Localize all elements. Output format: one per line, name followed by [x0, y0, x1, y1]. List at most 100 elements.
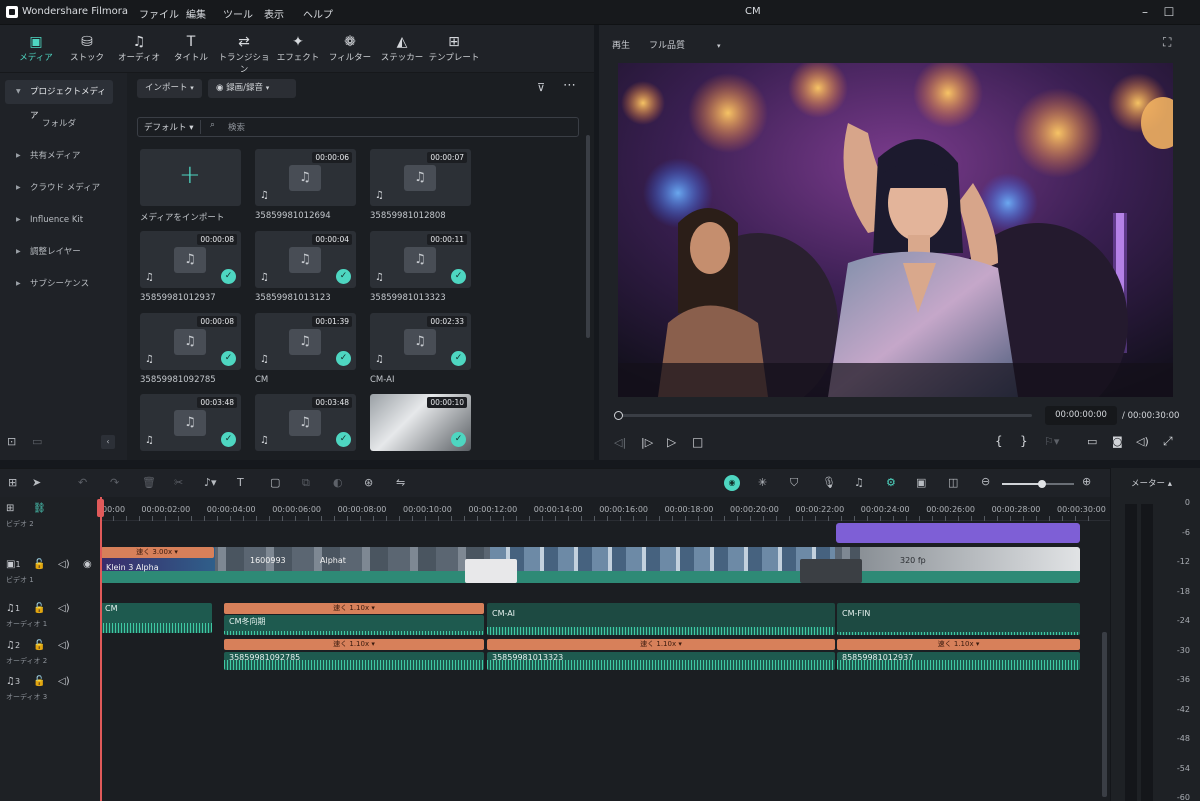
playhead-handle[interactable]: [97, 499, 104, 517]
sidebar-item-subsequence[interactable]: ▶ サブシーケンス: [5, 272, 113, 296]
fit-icon[interactable]: ◫: [948, 476, 958, 489]
preview-mode[interactable]: 再生: [612, 38, 630, 51]
media-scrollbar[interactable]: [586, 135, 590, 338]
import-dropdown[interactable]: インポート ▾: [137, 79, 202, 98]
media-item[interactable]: ♫ ♫ 00:01:39 ✓: [255, 313, 356, 370]
display-icon[interactable]: ▭: [1087, 435, 1097, 448]
media-item[interactable]: ♫ ♫ 00:00:06: [255, 149, 356, 206]
tab-audio[interactable]: ♫ オーディオ: [111, 33, 167, 69]
media-item[interactable]: ♫ ♫ 00:02:33 ✓: [370, 313, 471, 370]
tab-transition[interactable]: ⇄ トランジション: [216, 33, 272, 75]
video2-clip[interactable]: [836, 523, 1080, 543]
play-icon[interactable]: ▷: [667, 435, 676, 449]
tab-title[interactable]: T タイトル: [163, 33, 219, 69]
lock-icon[interactable]: 🔓: [33, 640, 45, 651]
tab-stock[interactable]: ⛁ ストック: [59, 33, 115, 69]
audio-tool-icon[interactable]: ♪▾: [204, 476, 217, 489]
collapse-sidebar-icon[interactable]: ‹: [101, 435, 115, 449]
mask-icon[interactable]: ⧉: [302, 476, 310, 490]
menu-file[interactable]: ファイル: [139, 6, 179, 21]
menu-view[interactable]: 表示: [264, 6, 284, 21]
audio1-clip-cmfin[interactable]: CM-FIN: [837, 603, 1080, 635]
color-icon[interactable]: ◐: [333, 476, 343, 489]
folder-icon[interactable]: ▭: [32, 435, 42, 448]
quality-dropdown[interactable]: フル品質 ▾: [649, 38, 721, 51]
zoom-handle[interactable]: [1038, 480, 1046, 488]
lock-icon[interactable]: 🔓: [33, 676, 45, 687]
sidebar-item-folder[interactable]: フォルダ: [5, 112, 113, 136]
audio2-speed-badge-1[interactable]: 速く 1.10x ▾: [224, 639, 484, 650]
motion-tracking-icon[interactable]: ✳: [758, 476, 767, 489]
text-tool-icon[interactable]: T: [237, 476, 244, 489]
music-list-icon[interactable]: ♫: [854, 476, 864, 489]
translate-icon[interactable]: ⇋: [396, 476, 405, 489]
mute-icon[interactable]: ◁): [58, 603, 70, 614]
sidebar-item-influence-kit[interactable]: ▶ Influence Kit: [5, 208, 113, 232]
eye-icon[interactable]: ◉: [83, 559, 92, 570]
lock-icon[interactable]: 🔓: [33, 559, 45, 570]
marker-icon[interactable]: ⚐▾: [1044, 435, 1059, 448]
audio2-speed-badge-3[interactable]: 速く 1.10x ▾: [837, 639, 1080, 650]
redo-icon[interactable]: ↷: [110, 476, 119, 489]
video-speed-badge[interactable]: 速く 3.00x ▾: [100, 547, 214, 558]
minimize-icon[interactable]: –: [1136, 3, 1154, 21]
crop-icon[interactable]: ▢: [270, 476, 280, 489]
media-item[interactable]: ♫ ♫ 00:00:07: [370, 149, 471, 206]
audio1-clip-cm[interactable]: CM: [100, 603, 212, 633]
sidebar-item-cloud-media[interactable]: ▶ クラウド メディア: [5, 176, 113, 200]
snap-icon[interactable]: ⚙: [886, 476, 896, 489]
mute-icon[interactable]: ◁): [58, 676, 70, 687]
sort-dropdown[interactable]: デフォルト ▾: [144, 121, 193, 133]
sidebar-item-adjustment-layer[interactable]: ▶ 調整レイヤー: [5, 240, 113, 264]
menu-edit[interactable]: 編集: [186, 6, 206, 21]
audio2-clip-3[interactable]: 85859981012937: [837, 652, 1080, 670]
meter-title[interactable]: メーター ▴: [1131, 477, 1172, 489]
media-item[interactable]: ♫ ♫ 00:00:08 ✓: [140, 313, 241, 370]
prev-frame-icon[interactable]: ◁|: [614, 436, 626, 449]
media-item[interactable]: 00:00:10 ✓: [370, 394, 471, 451]
scrubber-handle[interactable]: [614, 411, 623, 420]
new-folder-icon[interactable]: ⊡: [7, 435, 16, 448]
filter-sort-icon[interactable]: ⊽: [537, 81, 545, 94]
step-forward-icon[interactable]: |▷: [641, 436, 653, 449]
sidebar-item-shared-media[interactable]: ▶ 共有メディア: [5, 144, 113, 168]
scope-icon[interactable]: ⛶: [1163, 35, 1171, 50]
snapshot-icon[interactable]: ◙: [1112, 435, 1123, 448]
shield-icon[interactable]: ⛉: [790, 476, 798, 490]
select-tool-icon[interactable]: ➤: [32, 476, 41, 489]
mark-in-icon[interactable]: {: [995, 434, 1003, 448]
ai-tool-icon[interactable]: ⊛: [364, 476, 373, 489]
audio1-clip-cmai[interactable]: CM-AI: [487, 603, 835, 635]
tab-media[interactable]: ▣ メディア: [8, 33, 64, 69]
mute-icon[interactable]: ◁): [58, 640, 70, 651]
zoom-out-icon[interactable]: ⊖: [981, 475, 990, 488]
media-item[interactable]: ♫ ♫ 00:00:08 ✓: [140, 231, 241, 288]
audio2-speed-badge-2[interactable]: 速く 1.10x ▾: [487, 639, 835, 650]
mark-out-icon[interactable]: }: [1020, 434, 1028, 448]
tab-template[interactable]: ⊞ テンプレート: [426, 33, 482, 69]
fullscreen-icon[interactable]: ⤢: [1163, 434, 1173, 449]
audio2-clip-1[interactable]: 35859981092785: [224, 652, 484, 670]
audio2-clip-2[interactable]: 35859981013323: [487, 652, 835, 670]
layout-icon[interactable]: ⊞: [8, 476, 17, 489]
menu-help[interactable]: ヘルプ: [303, 6, 333, 21]
volume-icon[interactable]: ◁): [1136, 435, 1149, 448]
mute-icon[interactable]: ◁): [58, 559, 70, 570]
add-track-icon[interactable]: ⊞: [6, 503, 14, 514]
search-input[interactable]: 検索: [228, 121, 245, 133]
preview-scrubber[interactable]: [618, 414, 1032, 417]
transition-thumb-2[interactable]: [800, 559, 862, 583]
menu-tools[interactable]: ツール: [223, 6, 253, 21]
lock-icon[interactable]: 🔓: [33, 603, 45, 614]
stop-icon[interactable]: □: [692, 435, 703, 449]
media-item[interactable]: ♫ ♫ 00:00:04 ✓: [255, 231, 356, 288]
link-icon[interactable]: ⛓: [33, 503, 46, 514]
undo-icon[interactable]: ↶: [78, 476, 87, 489]
render-icon[interactable]: ◉: [724, 475, 740, 491]
current-time[interactable]: 00:00:00:00: [1045, 406, 1117, 425]
maximize-icon[interactable]: ☐: [1160, 3, 1178, 21]
delete-icon[interactable]: 🗑: [142, 476, 156, 489]
record-dropdown[interactable]: ◉ 録画/録音 ▾: [208, 79, 296, 98]
more-options-icon[interactable]: ⋯: [563, 78, 576, 93]
tab-sticker[interactable]: ◭ ステッカー: [374, 33, 430, 69]
